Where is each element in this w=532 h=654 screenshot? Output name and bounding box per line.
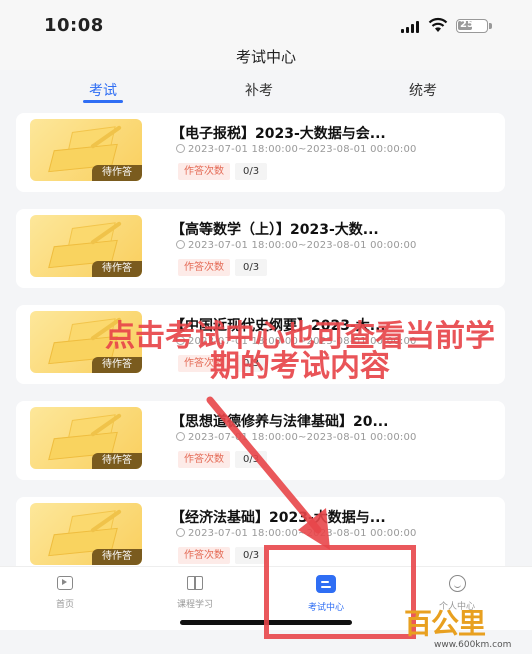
tab-makeup-exam[interactable]: 补考 [219, 80, 299, 100]
exam-time-range: 2023-07-01 18:00:00~2023-08-01 00:00:00 [188, 240, 417, 251]
tabbar-item-home[interactable]: 首页 [20, 575, 110, 610]
clock-icon [176, 144, 185, 153]
exam-thumbnail: 待作答 [30, 503, 142, 565]
tabbar-label: 首页 [55, 600, 74, 610]
tabbar-label: 课程学习 [176, 600, 213, 610]
battery-icon: 25 [456, 19, 488, 33]
exam-card[interactable]: 待作答 【电子报税】2023-大数据与会... 2023-07-01 18:00… [16, 113, 505, 192]
tab-unified-exam[interactable]: 统考 [383, 80, 463, 100]
annotation-highlight-box [264, 545, 416, 639]
exam-time: 2023-07-01 18:00:00~2023-08-01 00:00:00 [176, 144, 417, 155]
exam-thumbnail: 待作答 [30, 215, 142, 277]
exam-thumbnail: 待作答 [30, 407, 142, 469]
clock-icon [176, 240, 185, 249]
exam-tabs: 考试 补考 统考 [0, 72, 532, 106]
status-badge: 待作答 [92, 549, 142, 565]
exam-time: 2023-07-01 18:00:00~2023-08-01 00:00:00 [176, 240, 417, 251]
battery-level: 25 [460, 19, 474, 30]
attempt-label: 作答次数 [178, 163, 230, 180]
exam-card[interactable]: 待作答 【高等数学（上）】2023-大数... 2023-07-01 18:00… [16, 209, 505, 288]
status-badge: 待作答 [92, 261, 142, 277]
watermark: 百公里 www.600km.com [404, 602, 532, 654]
book-icon [187, 576, 203, 590]
home-icon [57, 576, 73, 590]
status-badge: 待作答 [92, 453, 142, 469]
tab-exam[interactable]: 考试 [63, 80, 143, 100]
watermark-logo: 百公里 [404, 607, 486, 640]
exam-time-range: 2023-07-01 18:00:00~2023-08-01 00:00:00 [188, 144, 417, 155]
attempt-label: 作答次数 [178, 259, 230, 276]
watermark-url: www.600km.com [434, 640, 512, 650]
attempt-count: 0/3 [235, 259, 268, 276]
exam-title: 【电子报税】2023-大数据与会... [171, 126, 386, 142]
annotation-arrow [206, 396, 330, 550]
wifi-icon [428, 17, 448, 32]
exam-title: 【高等数学（上）】2023-大数... [171, 222, 379, 238]
nav-bar: 考试中心 [0, 44, 532, 70]
page-title: 考试中心 [235, 48, 296, 66]
status-badge: 待作答 [92, 165, 142, 181]
status-time: 10:08 [44, 15, 104, 36]
tabbar-item-courses[interactable]: 课程学习 [150, 575, 240, 610]
signal-icon [401, 21, 421, 33]
annotation-caption: 点击考试中心也可查看当前学期的考试内容 [105, 319, 495, 384]
profile-icon [448, 575, 466, 592]
status-bar: 10:08 25 [0, 0, 532, 44]
attempt-count: 0/3 [235, 163, 268, 180]
exam-thumbnail: 待作答 [30, 119, 142, 181]
active-tab-indicator [83, 100, 123, 103]
